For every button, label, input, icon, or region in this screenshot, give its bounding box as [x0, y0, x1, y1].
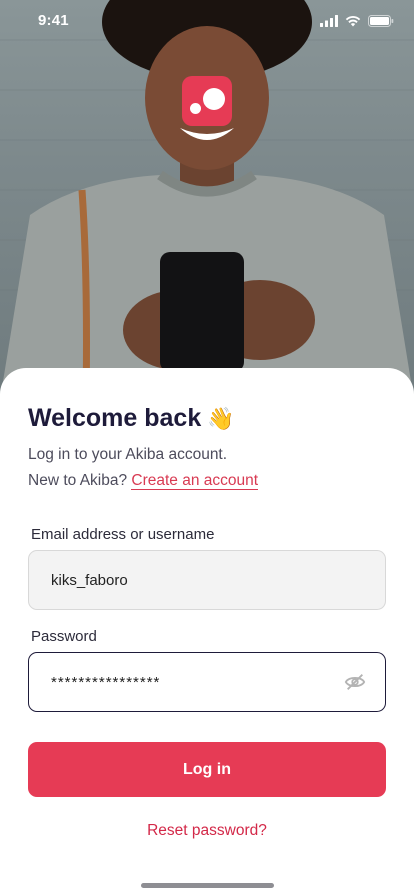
- signup-prompt: New to Akiba? Create an account: [28, 472, 259, 490]
- logo-dot-small: [190, 103, 201, 114]
- subtitle: Log in to your Akiba account.: [28, 446, 228, 463]
- hero-image: 9:41: [0, 0, 414, 400]
- create-account-link[interactable]: Create an account: [131, 472, 259, 490]
- signup-prompt-text: New to Akiba?: [28, 472, 128, 489]
- waving-hand-icon: 👋: [207, 405, 235, 431]
- logo-dot-large: [203, 88, 225, 110]
- hero-photo: [0, 0, 414, 400]
- password-label: Password: [31, 628, 97, 645]
- akiba-logo-icon: [182, 76, 232, 126]
- status-icons: [320, 15, 394, 27]
- home-indicator: [141, 883, 274, 888]
- password-value: ****************: [51, 673, 161, 691]
- eye-off-icon[interactable]: [344, 671, 366, 693]
- wifi-icon: [345, 15, 361, 27]
- email-label: Email address or username: [31, 526, 215, 543]
- status-bar: 9:41: [0, 0, 414, 44]
- battery-icon: [368, 15, 394, 27]
- login-button[interactable]: Log in: [28, 742, 386, 797]
- email-field[interactable]: kiks_faboro: [28, 550, 386, 610]
- reset-password-link[interactable]: Reset password?: [0, 822, 414, 840]
- title-text: Welcome back: [28, 404, 202, 432]
- cellular-signal-icon: [320, 15, 338, 27]
- email-value: kiks_faboro: [51, 571, 128, 589]
- password-field[interactable]: ****************: [28, 652, 386, 712]
- login-sheet: Welcome back 👋 Log in to your Akiba acco…: [0, 368, 414, 896]
- page-title: Welcome back 👋: [28, 404, 235, 433]
- status-time: 9:41: [38, 12, 69, 29]
